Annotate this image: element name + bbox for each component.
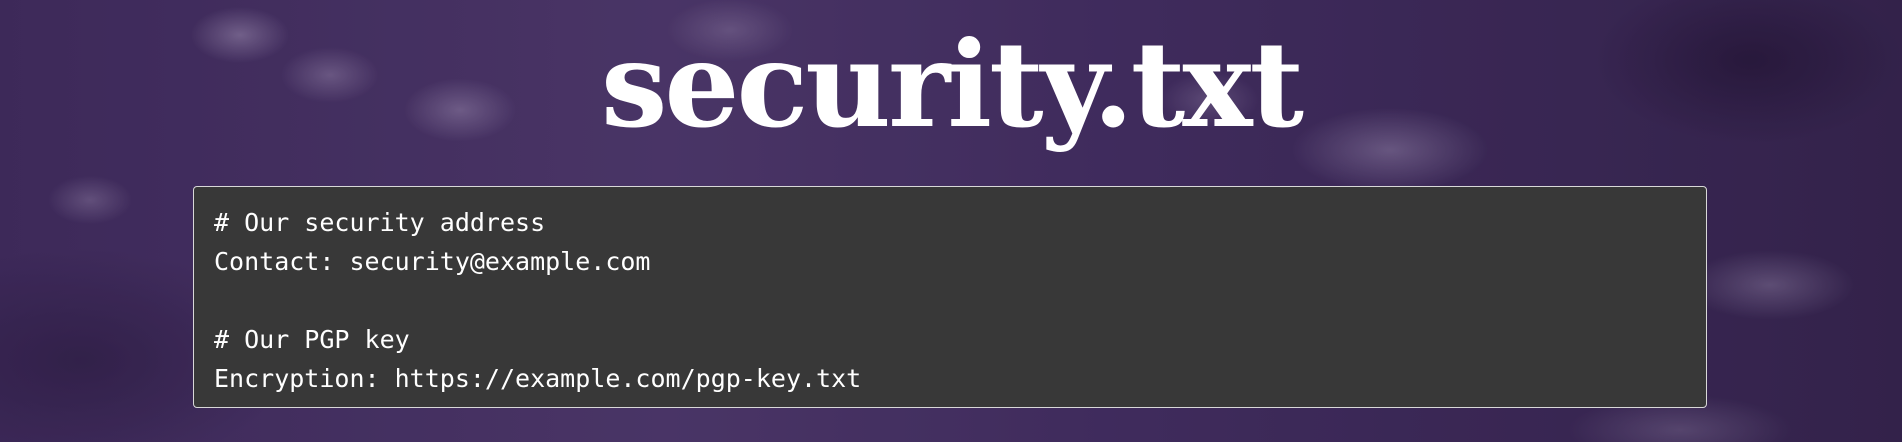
code-line-comment-contact: # Our security address	[214, 208, 546, 237]
code-line-encryption: Encryption: https://example.com/pgp-key.…	[214, 364, 862, 393]
page-title: security.txt	[600, 15, 1304, 154]
code-line-contact: Contact: security@example.com	[214, 247, 651, 276]
code-line-comment-pgp: # Our PGP key	[214, 325, 410, 354]
code-block: # Our security address Contact: security…	[193, 186, 1707, 408]
